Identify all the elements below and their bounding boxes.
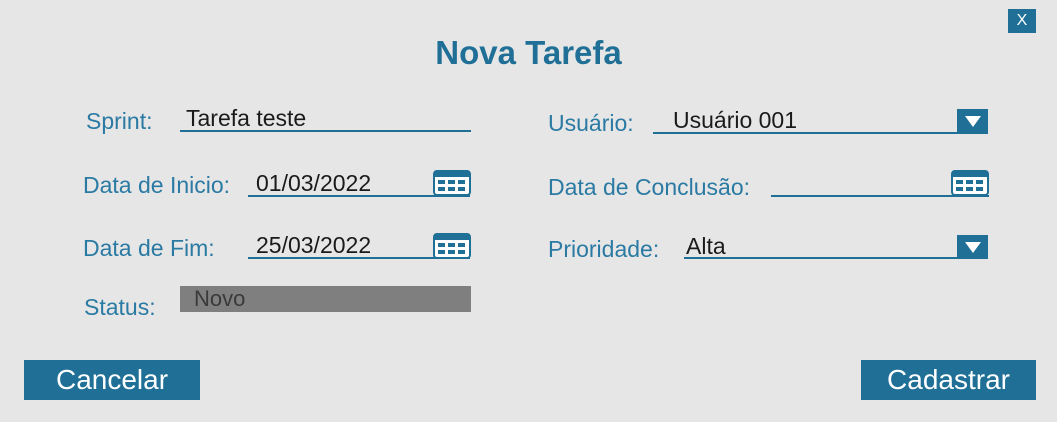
usuario-select-underline bbox=[653, 132, 988, 134]
usuario-dropdown-button[interactable] bbox=[957, 109, 988, 133]
data-fim-label: Data de Fim: bbox=[83, 235, 215, 261]
sprint-label: Sprint: bbox=[86, 108, 153, 134]
usuario-select[interactable]: Usuário 001 bbox=[673, 107, 797, 134]
data-inicio-input[interactable]: 01/03/2022 bbox=[256, 170, 371, 197]
status-value: Novo bbox=[194, 286, 246, 311]
close-icon: X bbox=[1016, 12, 1028, 29]
data-fim-input[interactable]: 25/03/2022 bbox=[256, 232, 371, 259]
sprint-input[interactable]: Tarefa teste bbox=[186, 105, 306, 132]
dialog-title: Nova Tarefa bbox=[435, 34, 622, 71]
close-button[interactable]: X bbox=[1008, 9, 1036, 33]
submit-button[interactable]: Cadastrar bbox=[861, 360, 1036, 400]
status-field: Novo bbox=[180, 286, 471, 312]
calendar-icon[interactable] bbox=[951, 170, 989, 196]
calendar-icon[interactable] bbox=[433, 170, 471, 196]
data-conclusao-label: Data de Conclusão: bbox=[548, 174, 751, 200]
prioridade-dropdown-button[interactable] bbox=[957, 235, 988, 259]
sprint-input-underline bbox=[180, 130, 471, 132]
chevron-down-icon bbox=[964, 115, 981, 127]
prioridade-select[interactable]: Alta bbox=[686, 233, 726, 260]
calendar-icon[interactable] bbox=[433, 233, 471, 259]
cancel-button[interactable]: Cancelar bbox=[24, 360, 200, 400]
status-label: Status: bbox=[84, 294, 156, 320]
chevron-down-icon bbox=[964, 241, 981, 253]
usuario-label: Usuário: bbox=[548, 110, 634, 136]
data-inicio-label: Data de Inicio: bbox=[83, 172, 231, 198]
prioridade-select-underline bbox=[684, 257, 988, 259]
new-task-dialog: X Nova Tarefa Sprint: Tarefa teste Usuár… bbox=[0, 0, 1057, 422]
prioridade-label: Prioridade: bbox=[548, 236, 660, 262]
